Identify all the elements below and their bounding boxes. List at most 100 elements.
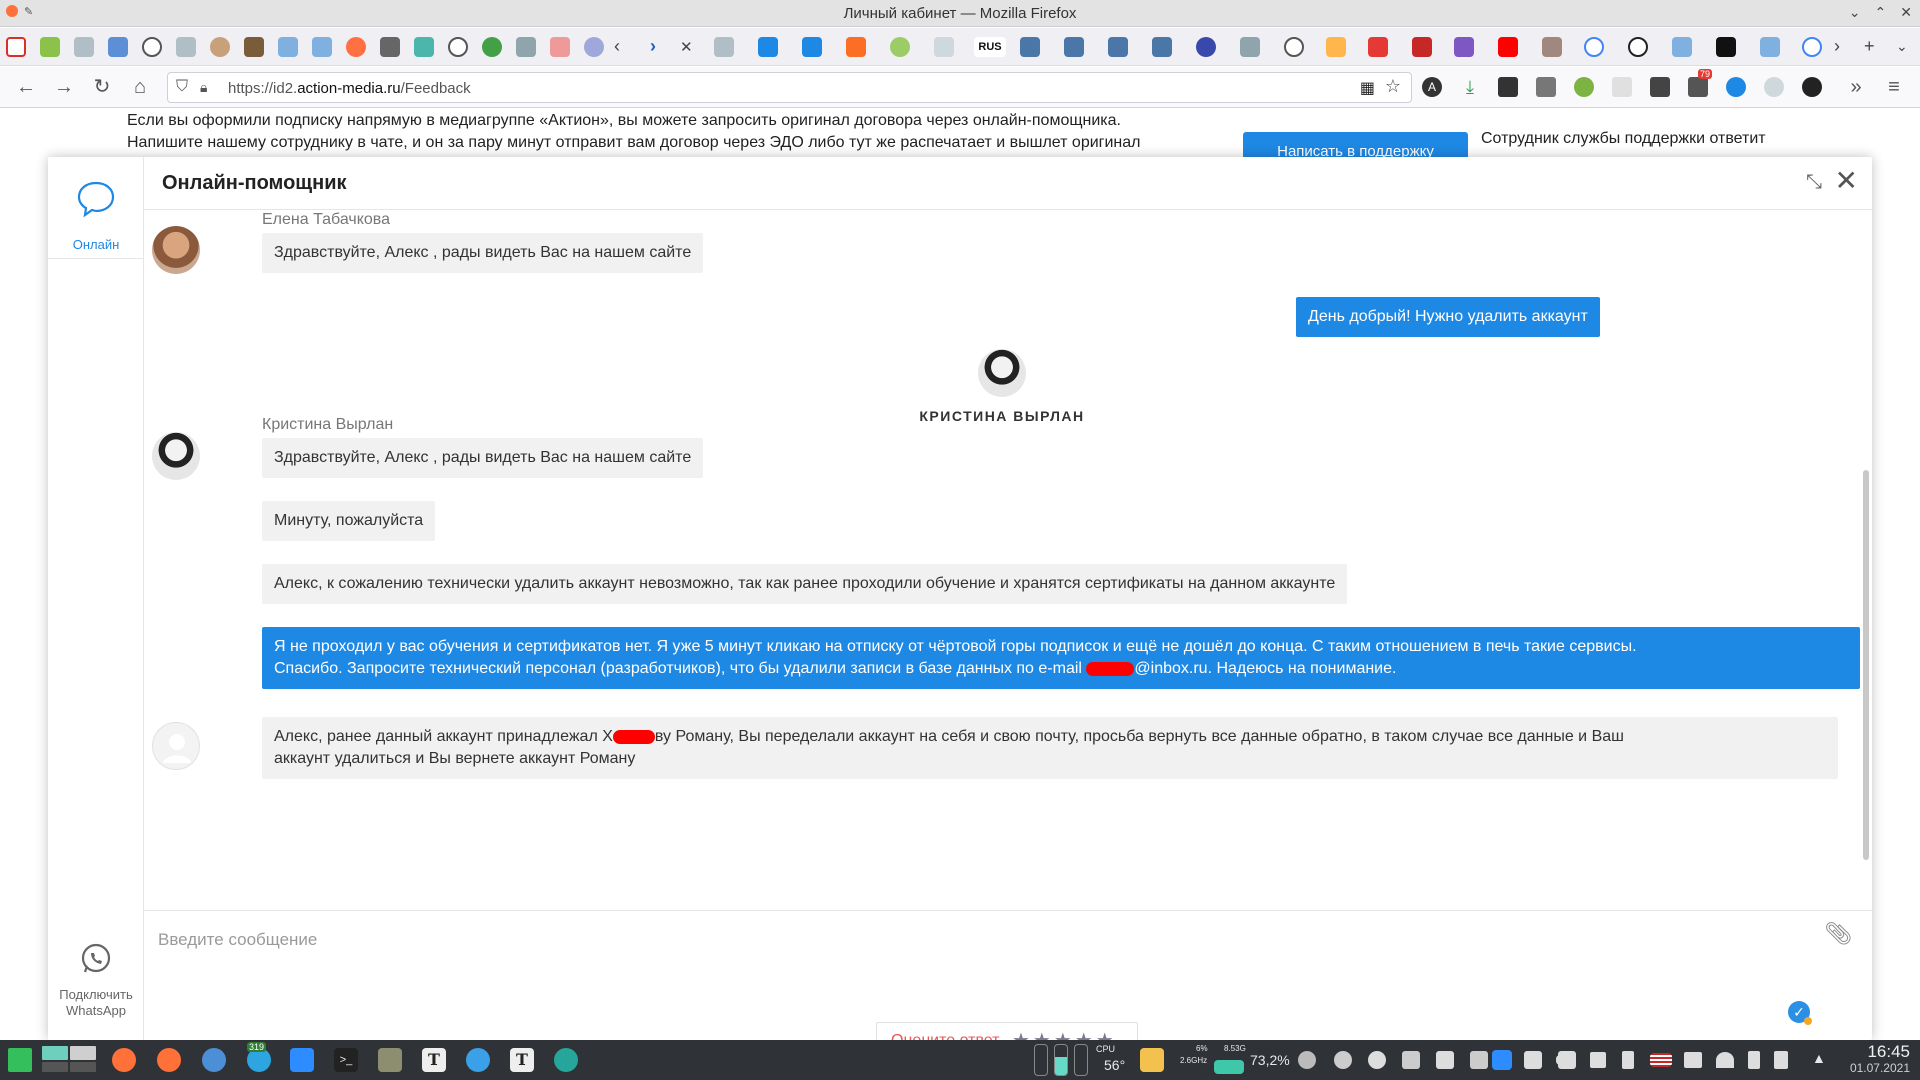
lock-icon[interactable]: 🔒︎: [200, 79, 207, 96]
bookmark-icon[interactable]: [1454, 37, 1474, 57]
extension-icon[interactable]: 79: [1688, 69, 1713, 97]
bookmark-icon[interactable]: [108, 37, 128, 57]
sidebar-whatsapp[interactable]: Подключить WhatsApp: [48, 942, 144, 1019]
tray-icon[interactable]: [1524, 1051, 1542, 1069]
app-task-icon[interactable]: [466, 1048, 490, 1072]
extension-icon[interactable]: [1726, 77, 1746, 97]
tray-icon[interactable]: [1368, 1051, 1386, 1069]
battery-icon[interactable]: [1556, 1055, 1574, 1065]
google-bookmark-icon[interactable]: [1802, 37, 1822, 57]
bookmark-icon[interactable]: [550, 37, 570, 57]
bookmark-icon[interactable]: [312, 37, 332, 57]
gitlab-bookmark-icon[interactable]: [846, 37, 866, 57]
qr-extension-icon[interactable]: [1650, 77, 1670, 97]
message-list[interactable]: Елена Табачкова Здравствуйте, Алекс , ра…: [144, 210, 1860, 910]
text-editor-task-icon[interactable]: T: [510, 1048, 534, 1072]
extension-a-icon[interactable]: A: [1422, 77, 1442, 97]
text-editor-task-icon[interactable]: T: [422, 1048, 446, 1072]
tray-icon[interactable]: [1774, 1051, 1788, 1069]
bookmark-icon[interactable]: [516, 37, 536, 57]
bookmark-icon[interactable]: [890, 37, 910, 57]
home-icon[interactable]: ⌂: [128, 75, 152, 99]
bookmark-icon[interactable]: [934, 37, 954, 57]
extension-icon[interactable]: [1536, 77, 1556, 97]
bookmark-icon[interactable]: [1542, 37, 1562, 57]
bookmark-icon[interactable]: [176, 37, 196, 57]
bookmark-icon[interactable]: [40, 37, 60, 57]
new-tab-icon[interactable]: +: [1864, 36, 1875, 57]
bookmark-icon[interactable]: [380, 37, 400, 57]
extension-icon[interactable]: [1498, 77, 1518, 97]
bookmark-icon[interactable]: [346, 37, 366, 57]
workspace-4[interactable]: [70, 1062, 96, 1072]
telegram-tray-icon[interactable]: [1436, 1051, 1454, 1069]
bookmark-icon[interactable]: [74, 37, 94, 57]
vk-bookmark-icon[interactable]: [1152, 37, 1172, 57]
back-icon[interactable]: ←: [14, 75, 38, 99]
terminal-task-icon[interactable]: >_: [334, 1048, 358, 1072]
rus-bookmark-icon[interactable]: RUS: [974, 37, 1006, 57]
tab-close-icon[interactable]: ✕: [680, 38, 693, 56]
window-maximize-icon[interactable]: ⌃: [1875, 4, 1887, 21]
active-tab-chevron-icon[interactable]: ›: [650, 36, 656, 57]
messages-scrollbar[interactable]: [1863, 470, 1869, 860]
bookmark-icon[interactable]: [802, 37, 822, 57]
workspace-1[interactable]: [42, 1046, 68, 1060]
extension-icon[interactable]: [1764, 77, 1784, 97]
minimize-icon[interactable]: ⤡: [1806, 171, 1822, 194]
tray-icon[interactable]: [1298, 1051, 1316, 1069]
youtube-bookmark-icon[interactable]: [1498, 37, 1518, 57]
bookmark-icon[interactable]: [244, 37, 264, 57]
url-bar[interactable]: ⛉ 🔒︎ https://id2.action-media.ru/Feedbac…: [167, 72, 1412, 103]
bookmark-icon[interactable]: [210, 37, 230, 57]
shield-icon[interactable]: ⛉: [176, 78, 188, 96]
system-clock[interactable]: 16:45 01.07.2021: [1850, 1043, 1910, 1076]
sidebar-online-tab[interactable]: Онлайн: [48, 169, 144, 259]
bookmark-icon[interactable]: [414, 37, 434, 57]
firefox-task-icon[interactable]: [112, 1048, 136, 1072]
app-task-icon[interactable]: [202, 1048, 226, 1072]
window-close-icon[interactable]: ✕: [1900, 4, 1912, 21]
tray-expand-icon[interactable]: ▲: [1812, 1050, 1826, 1066]
vk-bookmark-icon[interactable]: [1108, 37, 1128, 57]
zoom-task-icon[interactable]: [290, 1048, 314, 1072]
vk-bookmark-icon[interactable]: [1020, 37, 1040, 57]
github-bookmark-icon[interactable]: [448, 37, 468, 57]
bookmark-icon[interactable]: [714, 37, 734, 57]
tray-icon[interactable]: [1684, 1052, 1702, 1068]
message-input[interactable]: [158, 925, 1718, 955]
bookmark-icon[interactable]: [1760, 37, 1780, 57]
notes-icon[interactable]: [1140, 1048, 1164, 1072]
tray-icon[interactable]: [1402, 1051, 1420, 1069]
bluetooth-icon[interactable]: [1748, 1051, 1760, 1069]
github-bookmark-icon[interactable]: [1284, 37, 1304, 57]
bookmark-star-icon[interactable]: ☆: [1385, 76, 1401, 97]
workspace-2[interactable]: [70, 1046, 96, 1060]
bookmark-icon[interactable]: [1368, 37, 1388, 57]
window-minimize-icon[interactable]: ⌄: [1849, 4, 1861, 21]
tray-icon[interactable]: [1470, 1051, 1488, 1069]
google-bookmark-icon[interactable]: [1584, 37, 1604, 57]
download-icon[interactable]: ⤓: [1460, 77, 1480, 97]
wifi-icon[interactable]: [1716, 1052, 1734, 1068]
paperclip-icon[interactable]: 📎︎: [1824, 921, 1852, 947]
tabs-scroll-right-icon[interactable]: ›: [1834, 36, 1840, 57]
bookmark-icon[interactable]: [758, 37, 778, 57]
github-bookmark-icon[interactable]: [142, 37, 162, 57]
close-icon[interactable]: ✕: [1835, 167, 1858, 195]
manjaro-menu-icon[interactable]: [8, 1048, 32, 1072]
files-task-icon[interactable]: [378, 1048, 402, 1072]
usb-icon[interactable]: [1622, 1051, 1634, 1069]
tab-list-icon[interactable]: ⌄: [1896, 38, 1908, 55]
app-task-icon[interactable]: [554, 1048, 578, 1072]
bookmark-icon[interactable]: [1196, 37, 1216, 57]
zoom-tray-icon[interactable]: [1492, 1050, 1512, 1070]
tray-icon[interactable]: [1334, 1051, 1352, 1069]
menu-hamburger-icon[interactable]: ≡: [1882, 75, 1906, 99]
extension-icon[interactable]: [1612, 77, 1632, 97]
bookmark-icon[interactable]: [1628, 37, 1648, 57]
workspace-3[interactable]: [42, 1062, 68, 1072]
bookmark-icon[interactable]: [1716, 37, 1736, 57]
tabs-scroll-left-icon[interactable]: ‹: [614, 36, 620, 57]
qr-icon[interactable]: ▦: [1360, 78, 1375, 98]
